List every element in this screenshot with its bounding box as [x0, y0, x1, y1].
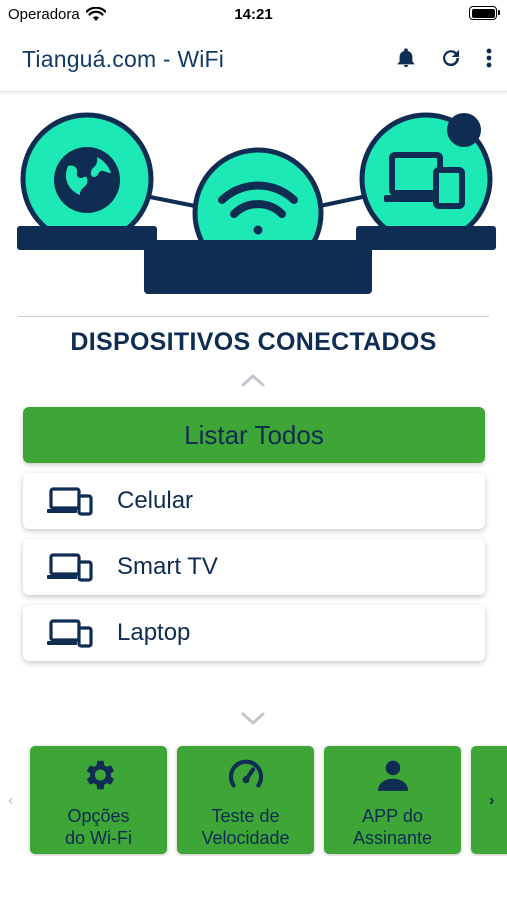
- battery-icon: [469, 6, 500, 20]
- more-vert-icon[interactable]: [485, 46, 493, 70]
- chevron-up-icon[interactable]: [240, 372, 266, 388]
- device-item-laptop[interactable]: Laptop: [23, 605, 485, 661]
- globe-node: [20, 112, 154, 246]
- action-label: Opções do Wi-Fi: [65, 806, 132, 848]
- action-label: APP do Assinante: [352, 806, 433, 848]
- network-illustration: [17, 112, 496, 294]
- status-bar: Operadora 14:21: [0, 0, 507, 30]
- device-item-smart-tv[interactable]: Smart TV: [23, 539, 485, 595]
- chevron-right-icon[interactable]: ›: [489, 792, 494, 810]
- user-icon: [377, 760, 408, 791]
- app-bar-actions: [395, 46, 493, 70]
- refresh-icon[interactable]: [439, 46, 463, 70]
- speedometer-icon: [228, 759, 263, 788]
- action-label: Teste de Velocidade: [201, 806, 290, 848]
- device-item-celular[interactable]: Celular: [23, 473, 485, 529]
- device-label: Celular: [117, 487, 194, 514]
- devices-icon: [47, 553, 93, 582]
- app-title: Tianguá.com - WiFi: [22, 46, 225, 72]
- action-card-wifi-options[interactable]: Opções do Wi-Fi: [30, 746, 167, 854]
- action-card-subscriber-app[interactable]: APP do Assinante: [324, 746, 461, 854]
- list-all-button[interactable]: Listar Todos: [23, 407, 485, 463]
- section-title: DISPOSITIVOS CONECTADOS: [70, 328, 437, 356]
- section-divider: [18, 316, 489, 317]
- device-list: Listar Todos Celular Smart TV Laptop: [23, 407, 485, 661]
- devices-icon: [47, 487, 93, 516]
- actions-carousel[interactable]: Opções do Wi-Fi Teste de Velocidade APP …: [0, 744, 507, 856]
- notification-dot: [447, 113, 481, 147]
- device-label: Smart TV: [117, 553, 218, 580]
- devices-node: [359, 112, 493, 246]
- devices-icon: [47, 619, 93, 648]
- clock: 14:21: [234, 6, 273, 23]
- bell-icon[interactable]: [395, 46, 417, 70]
- platform-left: [17, 226, 157, 250]
- gear-icon: [86, 760, 114, 790]
- chevron-left-icon[interactable]: ‹: [8, 792, 13, 810]
- platform-right: [356, 226, 496, 250]
- action-card-speed-test[interactable]: Teste de Velocidade: [177, 746, 314, 854]
- chevron-down-icon[interactable]: [240, 711, 266, 727]
- device-label: Laptop: [117, 619, 191, 646]
- platform-center: [144, 240, 372, 294]
- globe-icon: [54, 147, 120, 213]
- app-bar: Tianguá.com - WiFi: [0, 30, 507, 92]
